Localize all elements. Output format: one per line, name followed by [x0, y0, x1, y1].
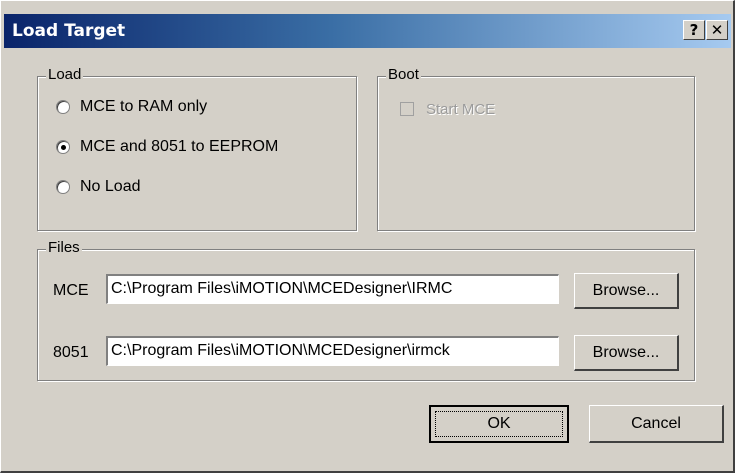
title-bar[interactable]: Load Target ? ✕: [4, 14, 731, 48]
boot-group: Boot Start MCE: [377, 66, 695, 231]
radio-button[interactable]: [56, 180, 70, 194]
radio-label: MCE and 8051 to EEPROM: [80, 138, 279, 155]
radio-label: MCE to RAM only: [80, 98, 208, 115]
i8051-file-input[interactable]: C:\Program Files\iMOTION\MCEDesigner\irm…: [106, 336, 559, 366]
radio-mce-to-ram[interactable]: MCE to RAM only: [56, 95, 207, 119]
radio-selected-dot: [61, 145, 66, 150]
focus-rectangle: [435, 411, 563, 437]
help-button[interactable]: ?: [683, 20, 705, 40]
cancel-button[interactable]: Cancel: [589, 405, 724, 443]
start-mce-label: Start MCE: [426, 100, 496, 118]
radio-button[interactable]: [56, 100, 70, 114]
radio-no-load[interactable]: No Load: [56, 175, 141, 199]
start-mce-checkbox[interactable]: [400, 102, 414, 116]
radio-mce-8051-eeprom[interactable]: MCE and 8051 to EEPROM: [56, 135, 278, 159]
i8051-file-label: 8051: [53, 344, 89, 361]
dialog-title: Load Target: [12, 21, 126, 41]
boot-group-legend: Boot: [386, 66, 421, 83]
radio-button-selected[interactable]: [56, 140, 70, 154]
radio-label: No Load: [80, 178, 141, 195]
question-mark-icon: ?: [689, 21, 699, 39]
ok-button[interactable]: OK: [429, 405, 569, 443]
load-group: Load MCE to RAM only MCE and 8051 to EEP…: [37, 66, 357, 231]
close-button[interactable]: ✕: [706, 20, 728, 40]
browse-8051-button[interactable]: Browse...: [574, 335, 679, 371]
start-mce-checkbox-row[interactable]: Start MCE: [400, 97, 495, 121]
browse-mce-button[interactable]: Browse...: [574, 273, 679, 309]
mce-file-label: MCE: [53, 282, 89, 299]
mce-file-input[interactable]: C:\Program Files\iMOTION\MCEDesigner\IRM…: [106, 274, 559, 304]
close-icon: ✕: [710, 21, 724, 39]
load-group-legend: Load: [46, 66, 84, 83]
files-group-legend: Files: [46, 239, 82, 256]
files-group: Files MCE C:\Program Files\iMOTION\MCEDe…: [37, 239, 695, 381]
load-target-dialog: Load Target ? ✕ Load MCE to RAM only MCE…: [0, 0, 735, 473]
